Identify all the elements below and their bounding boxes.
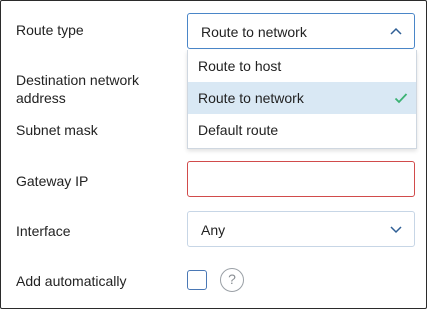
route-type-option-label: Route to host (198, 58, 282, 74)
question-icon[interactable]: ? (220, 268, 244, 292)
route-type-option-selected[interactable]: Route to network (188, 82, 416, 114)
checkmark-icon (394, 93, 408, 104)
route-type-option[interactable]: Route to host (188, 50, 416, 82)
add-automatically-label: Add automatically (16, 273, 127, 289)
static-route-form: Route type Route to network Destination … (0, 0, 427, 309)
route-type-label: Route type (16, 22, 84, 38)
interface-label: Interface (16, 223, 71, 239)
route-type-select[interactable]: Route to network (187, 13, 415, 49)
subnet-mask-label: Subnet mask (16, 122, 98, 138)
route-type-dropdown: Route to host Route to network Default r… (187, 50, 417, 149)
route-type-option-label: Default route (198, 122, 279, 138)
interface-select[interactable]: Any (187, 211, 415, 247)
chevron-down-icon (390, 226, 402, 234)
route-type-option[interactable]: Default route (188, 114, 416, 146)
gateway-ip-label: Gateway IP (16, 173, 89, 189)
chevron-up-icon (390, 27, 402, 35)
route-type-value: Route to network (201, 24, 307, 40)
gateway-ip-input[interactable] (187, 161, 415, 197)
add-automatically-checkbox[interactable] (187, 270, 207, 290)
interface-value: Any (201, 222, 226, 238)
route-type-option-label: Route to network (198, 90, 304, 106)
destination-network-label: Destination network address (16, 72, 139, 106)
